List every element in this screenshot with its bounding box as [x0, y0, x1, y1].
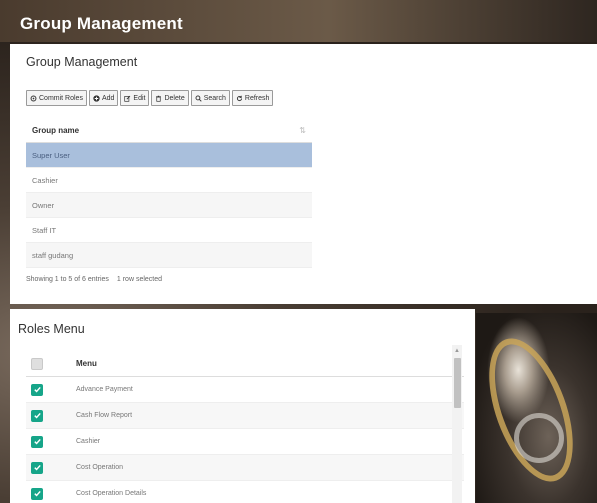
role-checkbox[interactable]: [31, 383, 43, 396]
role-checkbox[interactable]: [31, 435, 43, 448]
edit-icon: [124, 95, 131, 102]
role-checkbox[interactable]: [31, 487, 43, 500]
roles-table: Menu Advance Payment Cash Flow Report Ca…: [26, 351, 464, 503]
list-item[interactable]: Cost Operation: [26, 455, 464, 481]
group-table: Group name ⇅ Super User Cashier Owner St…: [26, 118, 312, 268]
check-icon: [33, 464, 41, 471]
ring-image-highlight: [514, 413, 564, 463]
edit-button[interactable]: Edit: [120, 90, 150, 106]
delete-button[interactable]: Delete: [151, 90, 189, 106]
list-item[interactable]: Advance Payment: [26, 377, 464, 403]
refresh-button[interactable]: Refresh: [231, 90, 274, 106]
refresh-icon: [236, 95, 242, 101]
add-button[interactable]: Add: [88, 90, 119, 106]
check-icon: [33, 490, 41, 497]
check-icon: [33, 412, 41, 419]
group-management-panel: Group Management Commit Roles Add Edit D…: [10, 44, 597, 304]
cog-icon: [30, 95, 37, 101]
commit-roles-button[interactable]: Commit Roles: [26, 90, 87, 106]
roles-panel-title: Roles Menu: [18, 322, 85, 336]
page-title: Group Management: [20, 14, 183, 33]
scroll-up-icon[interactable]: ▲: [453, 348, 461, 354]
table-row[interactable]: Staff IT: [26, 218, 312, 243]
group-panel-title: Group Management: [26, 55, 138, 69]
scroll-thumb[interactable]: [454, 358, 461, 408]
search-icon: [195, 95, 202, 102]
header-bar: Group Management: [0, 0, 597, 42]
group-table-header[interactable]: Group name ⇅: [26, 118, 312, 143]
entries-count: Showing 1 to 5 of 6 entries: [26, 276, 109, 283]
table-row[interactable]: staff gudang: [26, 243, 312, 268]
table-row[interactable]: Super User: [26, 143, 312, 168]
roles-table-header: Menu: [26, 351, 464, 377]
trash-icon: [156, 95, 162, 102]
list-item[interactable]: Cash Flow Report: [26, 403, 464, 429]
role-checkbox[interactable]: [31, 461, 43, 474]
column-menu: Menu: [76, 359, 97, 368]
check-icon: [33, 386, 41, 393]
ring-image: [472, 327, 590, 493]
ring-photo: [472, 313, 597, 503]
table-row[interactable]: Owner: [26, 193, 312, 218]
search-button[interactable]: Search: [190, 90, 230, 106]
check-icon: [33, 438, 41, 445]
toolbar: Commit Roles Add Edit Delete Search Refr…: [26, 90, 274, 106]
table-info: Showing 1 to 5 of 6 entries 1 row select…: [26, 276, 162, 283]
column-group-name: Group name: [32, 125, 80, 135]
roles-scrollbar[interactable]: ▲: [452, 345, 462, 503]
select-all-checkbox[interactable]: [31, 357, 43, 370]
selection-count: 1 row selected: [116, 276, 163, 283]
list-item[interactable]: Cost Operation Details: [26, 481, 464, 503]
list-item[interactable]: Cashier: [26, 429, 464, 455]
role-checkbox[interactable]: [31, 409, 43, 422]
sort-icon[interactable]: ⇅: [299, 126, 306, 135]
roles-menu-panel: Roles Menu Menu Advance Payment Cash Flo…: [10, 309, 475, 503]
table-row[interactable]: Cashier: [26, 168, 312, 193]
plus-circle-icon: [93, 94, 100, 102]
